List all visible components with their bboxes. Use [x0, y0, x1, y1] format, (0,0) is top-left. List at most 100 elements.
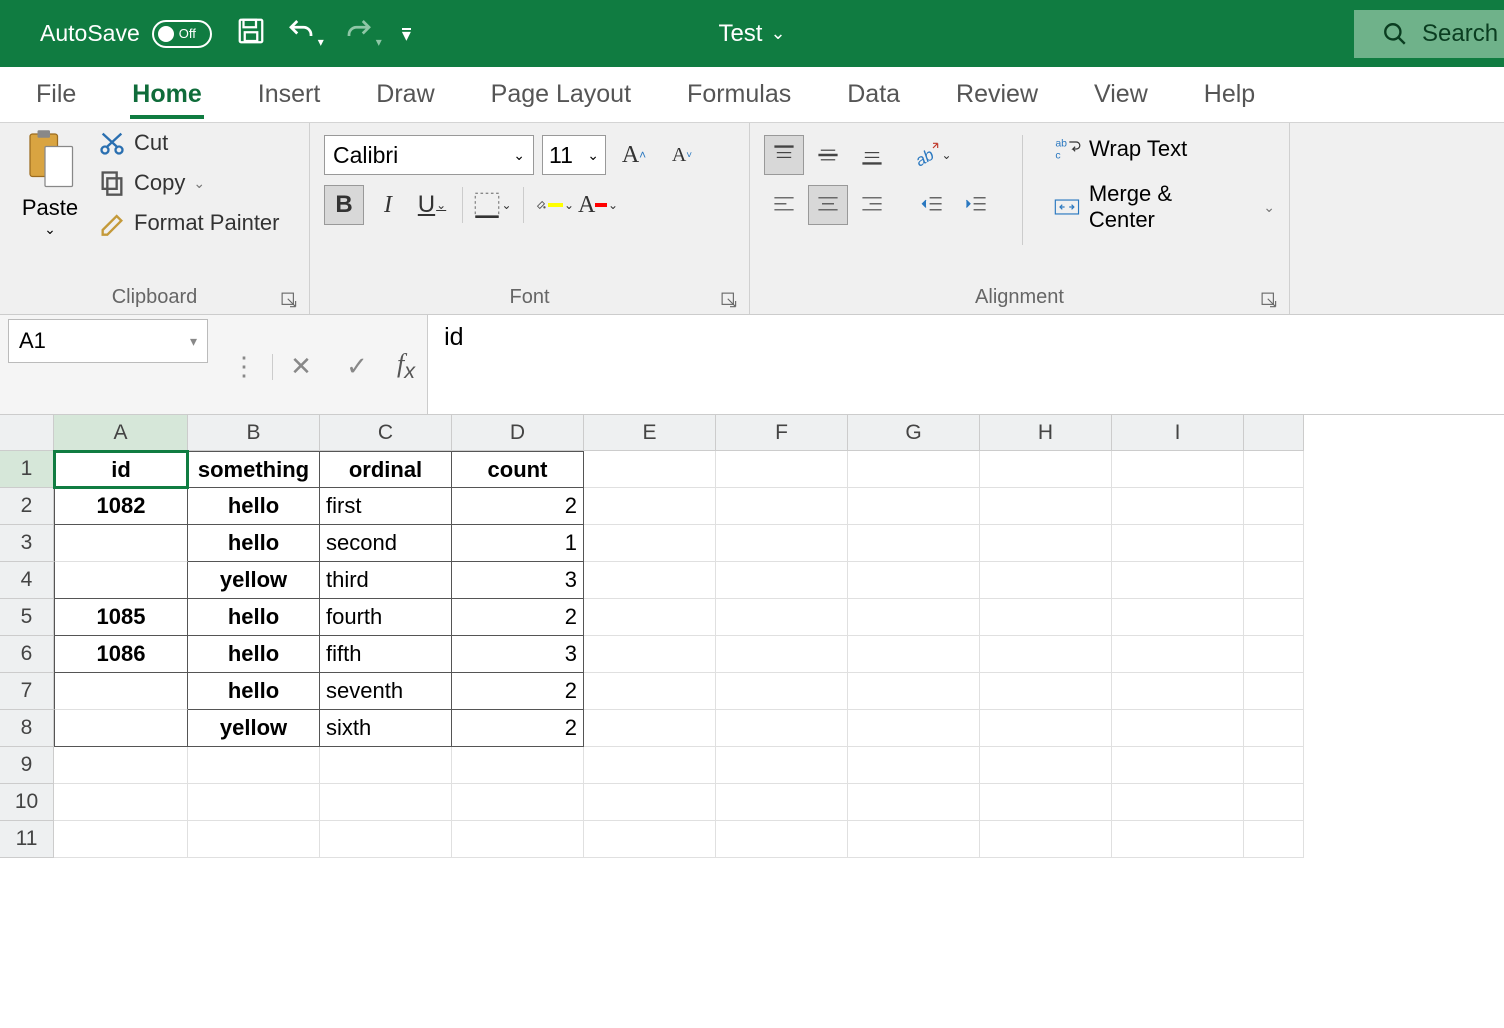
- align-bottom-button[interactable]: [852, 135, 892, 175]
- redo-button[interactable]: ▾: [344, 16, 382, 51]
- row-header-4[interactable]: 4: [0, 562, 54, 599]
- cell[interactable]: [1244, 636, 1304, 673]
- cell[interactable]: [584, 525, 716, 562]
- row-header-10[interactable]: 10: [0, 784, 54, 821]
- cell[interactable]: [452, 747, 584, 784]
- name-box[interactable]: A1▾: [8, 319, 208, 363]
- spreadsheet-grid[interactable]: A B C D E F G H I 1 id something ordinal…: [0, 415, 1504, 858]
- tab-page-layout[interactable]: Page Layout: [489, 80, 633, 109]
- align-top-button[interactable]: [764, 135, 804, 175]
- cell[interactable]: [980, 451, 1112, 488]
- format-painter-button[interactable]: Format Painter: [98, 209, 280, 237]
- col-header-C[interactable]: C: [320, 415, 452, 451]
- cell[interactable]: [584, 599, 716, 636]
- cell[interactable]: [54, 747, 188, 784]
- cancel-formula-button[interactable]: ✕: [273, 345, 329, 389]
- cell[interactable]: [848, 525, 980, 562]
- col-header-F[interactable]: F: [716, 415, 848, 451]
- cell[interactable]: 1085: [54, 599, 188, 636]
- cell[interactable]: [584, 747, 716, 784]
- cell[interactable]: [1112, 784, 1244, 821]
- align-center-button[interactable]: [808, 185, 848, 225]
- save-icon[interactable]: [236, 16, 266, 51]
- cell[interactable]: [188, 821, 320, 858]
- cell[interactable]: [848, 562, 980, 599]
- cell[interactable]: hello: [188, 599, 320, 636]
- cell[interactable]: second: [320, 525, 452, 562]
- row-header-5[interactable]: 5: [0, 599, 54, 636]
- borders-button[interactable]: ⌄: [473, 185, 513, 225]
- cell[interactable]: [980, 488, 1112, 525]
- cell[interactable]: [188, 784, 320, 821]
- cell[interactable]: [1244, 525, 1304, 562]
- cell[interactable]: [584, 636, 716, 673]
- cell[interactable]: [716, 488, 848, 525]
- cell[interactable]: [1244, 562, 1304, 599]
- cell[interactable]: id: [54, 451, 188, 488]
- cell[interactable]: [848, 488, 980, 525]
- options-icon[interactable]: ⋮: [216, 345, 272, 389]
- cell[interactable]: third: [320, 562, 452, 599]
- cell[interactable]: [980, 784, 1112, 821]
- cell[interactable]: [188, 747, 320, 784]
- cell[interactable]: [584, 821, 716, 858]
- cell[interactable]: 3: [452, 636, 584, 673]
- cell[interactable]: [1244, 488, 1304, 525]
- bold-button[interactable]: B: [324, 185, 364, 225]
- row-header-7[interactable]: 7: [0, 673, 54, 710]
- cell[interactable]: [848, 821, 980, 858]
- tab-review[interactable]: Review: [954, 80, 1040, 109]
- cell[interactable]: [1244, 673, 1304, 710]
- accept-formula-button[interactable]: ✓: [329, 345, 385, 389]
- cell[interactable]: [980, 636, 1112, 673]
- cell[interactable]: [584, 784, 716, 821]
- cell[interactable]: [716, 747, 848, 784]
- fx-icon[interactable]: fx: [385, 341, 427, 392]
- customize-qat-icon[interactable]: ▾: [402, 28, 411, 40]
- cell[interactable]: [980, 525, 1112, 562]
- tab-formulas[interactable]: Formulas: [685, 80, 793, 109]
- cell[interactable]: 1086: [54, 636, 188, 673]
- wrap-text-button[interactable]: abc Wrap Text: [1053, 135, 1275, 163]
- cell[interactable]: [452, 784, 584, 821]
- row-header-3[interactable]: 3: [0, 525, 54, 562]
- cell[interactable]: [1112, 599, 1244, 636]
- cell[interactable]: [848, 673, 980, 710]
- cell[interactable]: [716, 636, 848, 673]
- cell[interactable]: [1112, 525, 1244, 562]
- cell[interactable]: [584, 451, 716, 488]
- col-header-H[interactable]: H: [980, 415, 1112, 451]
- tab-data[interactable]: Data: [845, 80, 902, 109]
- autosave-toggle[interactable]: AutoSave Off: [40, 20, 212, 48]
- cell[interactable]: [320, 747, 452, 784]
- cell[interactable]: [848, 747, 980, 784]
- cell[interactable]: [1112, 636, 1244, 673]
- alignment-dialog-launcher[interactable]: [1261, 292, 1279, 310]
- fill-color-button[interactable]: ⌄: [534, 185, 574, 225]
- col-header-D[interactable]: D: [452, 415, 584, 451]
- font-size-select[interactable]: 11⌄: [542, 135, 606, 175]
- cell[interactable]: [980, 821, 1112, 858]
- cell[interactable]: [848, 451, 980, 488]
- increase-indent-button[interactable]: [956, 185, 996, 225]
- cell[interactable]: [1244, 451, 1304, 488]
- cell[interactable]: [980, 562, 1112, 599]
- col-header-extra[interactable]: [1244, 415, 1304, 451]
- increase-font-button[interactable]: A˄: [614, 135, 654, 175]
- italic-button[interactable]: I: [368, 185, 408, 225]
- cell[interactable]: [1112, 488, 1244, 525]
- cell[interactable]: [980, 673, 1112, 710]
- cell[interactable]: something: [188, 451, 320, 488]
- clipboard-dialog-launcher[interactable]: [281, 292, 299, 310]
- cell[interactable]: [1112, 673, 1244, 710]
- decrease-indent-button[interactable]: [912, 185, 952, 225]
- tab-file[interactable]: File: [34, 80, 78, 109]
- cell[interactable]: [54, 562, 188, 599]
- cell[interactable]: [54, 821, 188, 858]
- cell[interactable]: [716, 562, 848, 599]
- cell[interactable]: count: [452, 451, 584, 488]
- cell[interactable]: 2: [452, 488, 584, 525]
- cell[interactable]: [716, 451, 848, 488]
- underline-button[interactable]: U⌄: [412, 185, 452, 225]
- cell[interactable]: [54, 784, 188, 821]
